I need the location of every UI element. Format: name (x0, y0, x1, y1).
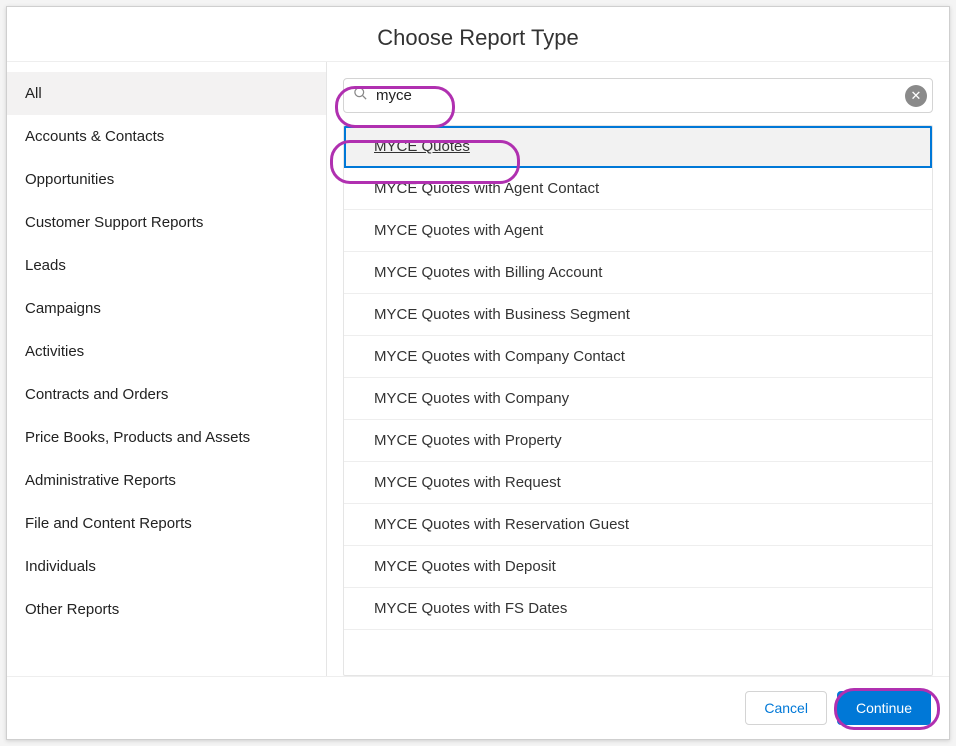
report-type-modal: Choose Report Type AllAccounts & Contact… (6, 6, 950, 740)
result-row[interactable]: MYCE Quotes with Deposit (344, 546, 932, 588)
result-label: MYCE Quotes with Business Segment (374, 306, 630, 323)
modal-title: Choose Report Type (7, 25, 949, 51)
result-label: MYCE Quotes with Property (374, 432, 562, 449)
result-label: MYCE Quotes with Deposit (374, 558, 556, 575)
result-row[interactable]: MYCE Quotes with Property (344, 420, 932, 462)
sidebar-item[interactable]: Customer Support Reports (7, 201, 326, 244)
result-row[interactable]: MYCE Quotes with Business Segment (344, 294, 932, 336)
result-label: MYCE Quotes with FS Dates (374, 600, 567, 617)
main-panel: ✕ MYCE Quotes MYCE Quotes with Agent Cont… (327, 62, 949, 676)
result-row[interactable]: MYCE Quotes with Request (344, 462, 932, 504)
sidebar-item[interactable]: Leads (7, 244, 326, 287)
result-row[interactable]: MYCE Quotes (344, 126, 932, 168)
result-row[interactable]: MYCE Quotes with FS Dates (344, 588, 932, 630)
clear-search-button[interactable]: ✕ (905, 85, 927, 107)
modal-header: Choose Report Type (7, 7, 949, 62)
sidebar-item[interactable]: All (7, 72, 326, 115)
sidebar-item[interactable]: Contracts and Orders (7, 373, 326, 416)
result-row[interactable]: MYCE Quotes with Reservation Guest (344, 504, 932, 546)
sidebar-item[interactable]: File and Content Reports (7, 502, 326, 545)
cancel-button[interactable]: Cancel (745, 691, 827, 725)
result-row[interactable]: MYCE Quotes with Billing Account (344, 252, 932, 294)
result-label: MYCE Quotes with Agent Contact (374, 180, 599, 197)
sidebar-item[interactable]: Administrative Reports (7, 459, 326, 502)
modal-body: AllAccounts & ContactsOpportunitiesCusto… (7, 62, 949, 676)
result-label: MYCE Quotes with Agent (374, 222, 543, 239)
result-label: MYCE Quotes with Company Contact (374, 348, 625, 365)
category-sidebar[interactable]: AllAccounts & ContactsOpportunitiesCusto… (7, 62, 327, 676)
continue-button[interactable]: Continue (837, 691, 931, 725)
result-label: MYCE Quotes (374, 138, 470, 155)
sidebar-item[interactable]: Campaigns (7, 287, 326, 330)
sidebar-item[interactable]: Accounts & Contacts (7, 115, 326, 158)
results-list[interactable]: MYCE Quotes MYCE Quotes with Agent Contac… (343, 125, 933, 676)
result-label: MYCE Quotes with Company (374, 390, 569, 407)
result-label: MYCE Quotes with Reservation Guest (374, 516, 629, 533)
sidebar-item[interactable]: Other Reports (7, 588, 326, 631)
result-row[interactable]: MYCE Quotes with Agent Contact (344, 168, 932, 210)
modal-footer: Cancel Continue (7, 676, 949, 739)
result-row[interactable]: MYCE Quotes with Agent (344, 210, 932, 252)
search-input[interactable] (343, 78, 933, 113)
sidebar-item[interactable]: Activities (7, 330, 326, 373)
result-row[interactable]: MYCE Quotes with Company Contact (344, 336, 932, 378)
sidebar-item[interactable]: Opportunities (7, 158, 326, 201)
result-label: MYCE Quotes with Billing Account (374, 264, 602, 281)
result-label: MYCE Quotes with Request (374, 474, 561, 491)
result-row[interactable]: MYCE Quotes with Company (344, 378, 932, 420)
sidebar-item[interactable]: Price Books, Products and Assets (7, 416, 326, 459)
search-wrap: ✕ (343, 78, 933, 113)
sidebar-item[interactable]: Individuals (7, 545, 326, 588)
